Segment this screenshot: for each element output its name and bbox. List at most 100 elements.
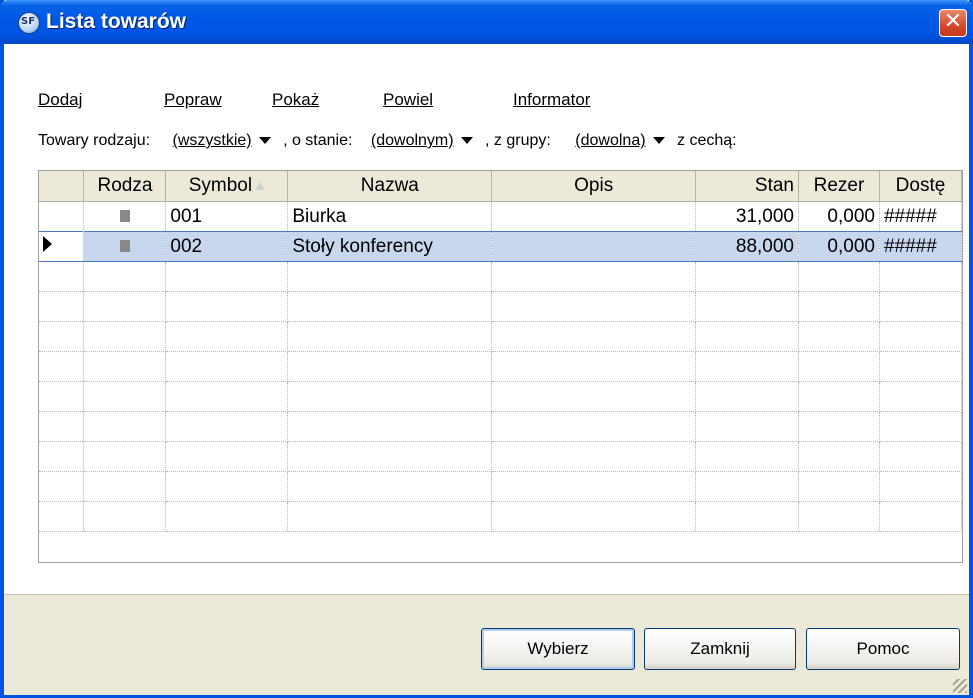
empty-cell (39, 411, 85, 442)
app-icon: SF (18, 12, 40, 34)
dropdown-arrow-icon[interactable] (460, 137, 473, 145)
empty-cell (695, 381, 799, 412)
empty-table-row (39, 411, 963, 442)
empty-table-row (39, 441, 963, 472)
reserved-cell[interactable]: 0,000 (798, 201, 880, 232)
empty-cell (39, 381, 85, 412)
empty-cell (287, 441, 493, 472)
available-cell[interactable]: ##### (879, 231, 963, 262)
filter-bar: Towary rodzaju: (wszystkie) , o stanie: … (38, 132, 741, 150)
column-header-reserved[interactable]: Rezer (798, 171, 880, 202)
empty-rows (39, 261, 963, 532)
resize-grip[interactable] (953, 679, 967, 693)
empty-cell (39, 501, 85, 532)
column-header-description[interactable]: Opis (491, 171, 697, 202)
empty-cell (287, 411, 493, 442)
empty-cell (165, 291, 289, 322)
row-indicator[interactable] (39, 201, 85, 232)
column-header-symbol-label: Symbol (188, 175, 253, 196)
kind-filter-label: Towary rodzaju: (38, 132, 151, 149)
table-row-selected[interactable]: 002 Stoły konferency 88,000 0,000 ##### (39, 231, 963, 262)
duplicate-link[interactable]: Powiel (383, 90, 433, 110)
row-indicator[interactable] (39, 231, 85, 262)
kind-filter-value[interactable]: (wszystkie) (173, 132, 252, 149)
column-header-name[interactable]: Nazwa (287, 171, 493, 202)
product-kind-icon (119, 239, 130, 252)
column-header-kind[interactable]: Rodza (83, 171, 167, 202)
empty-cell (798, 441, 880, 472)
state-filter-label: , o stanie: (283, 132, 353, 149)
empty-cell (695, 501, 799, 532)
empty-table-row (39, 501, 963, 532)
description-cell[interactable] (491, 201, 697, 232)
title-bar[interactable]: SF Lista towarów ✕ (0, 0, 973, 44)
empty-cell (798, 261, 880, 292)
group-filter-dropdown[interactable]: (dowolna) (575, 132, 668, 149)
kind-cell[interactable] (83, 201, 167, 232)
empty-cell (491, 411, 697, 442)
close-window-button[interactable]: ✕ (939, 9, 967, 37)
name-cell[interactable]: Biurka (287, 201, 493, 232)
column-header-symbol[interactable]: Symbol (165, 171, 289, 202)
empty-cell (879, 261, 963, 292)
stock-cell[interactable]: 31,000 (695, 201, 799, 232)
help-button[interactable]: Pomoc (806, 628, 960, 670)
empty-cell (491, 321, 697, 352)
column-header-available[interactable]: Dostę (879, 171, 963, 202)
state-filter-dropdown[interactable]: (dowolnym) (371, 132, 477, 149)
edit-link[interactable]: Popraw (164, 90, 222, 110)
empty-cell (165, 411, 289, 442)
empty-table-row (39, 321, 963, 352)
show-link[interactable]: Pokaż (272, 90, 319, 110)
name-cell[interactable]: Stoły konferency (287, 231, 493, 262)
select-button[interactable]: Wybierz (481, 628, 635, 670)
empty-cell (287, 351, 493, 382)
informator-link[interactable]: Informator (513, 90, 590, 110)
kind-cell[interactable] (83, 231, 167, 262)
empty-cell (165, 321, 289, 352)
product-kind-icon (119, 209, 130, 222)
empty-cell (287, 261, 493, 292)
empty-cell (798, 321, 880, 352)
dropdown-arrow-icon[interactable] (258, 137, 271, 145)
empty-cell (798, 471, 880, 502)
reserved-cell[interactable]: 0,000 (798, 231, 880, 262)
symbol-cell[interactable]: 002 (165, 231, 289, 262)
empty-cell (879, 441, 963, 472)
empty-table-row (39, 381, 963, 412)
column-header-stock[interactable]: Stan (695, 171, 799, 202)
dropdown-arrow-icon[interactable] (652, 137, 665, 145)
state-filter-value[interactable]: (dowolnym) (371, 132, 454, 149)
group-filter-value[interactable]: (dowolna) (575, 132, 645, 149)
table-row[interactable]: 001 Biurka 31,000 0,000 ##### (39, 201, 963, 232)
empty-cell (695, 291, 799, 322)
kind-filter-dropdown[interactable]: (wszystkie) (173, 132, 275, 149)
stock-cell[interactable]: 88,000 (695, 231, 799, 262)
group-filter-label: , z grupy: (485, 132, 551, 149)
products-table: Rodza Symbol Nazwa Opis Stan Rezer Dostę… (39, 171, 963, 532)
close-button[interactable]: Zamknij (644, 628, 796, 670)
add-link[interactable]: Dodaj (38, 90, 82, 110)
empty-cell (695, 261, 799, 292)
symbol-cell[interactable]: 001 (165, 201, 289, 232)
empty-cell (491, 261, 697, 292)
empty-cell (879, 351, 963, 382)
empty-cell (83, 291, 167, 322)
available-cell[interactable]: ##### (879, 201, 963, 232)
empty-cell (287, 321, 493, 352)
empty-cell (83, 321, 167, 352)
products-grid[interactable]: Rodza Symbol Nazwa Opis Stan Rezer Dostę… (38, 170, 963, 563)
description-cell[interactable] (491, 231, 697, 262)
empty-cell (879, 411, 963, 442)
empty-cell (695, 411, 799, 442)
empty-cell (695, 441, 799, 472)
empty-cell (39, 471, 85, 502)
empty-cell (39, 441, 85, 472)
empty-cell (39, 261, 85, 292)
empty-cell (39, 351, 85, 382)
empty-cell (83, 441, 167, 472)
empty-cell (798, 381, 880, 412)
empty-table-row (39, 351, 963, 382)
empty-cell (491, 381, 697, 412)
table-header-row: Rodza Symbol Nazwa Opis Stan Rezer Dostę (39, 171, 963, 202)
